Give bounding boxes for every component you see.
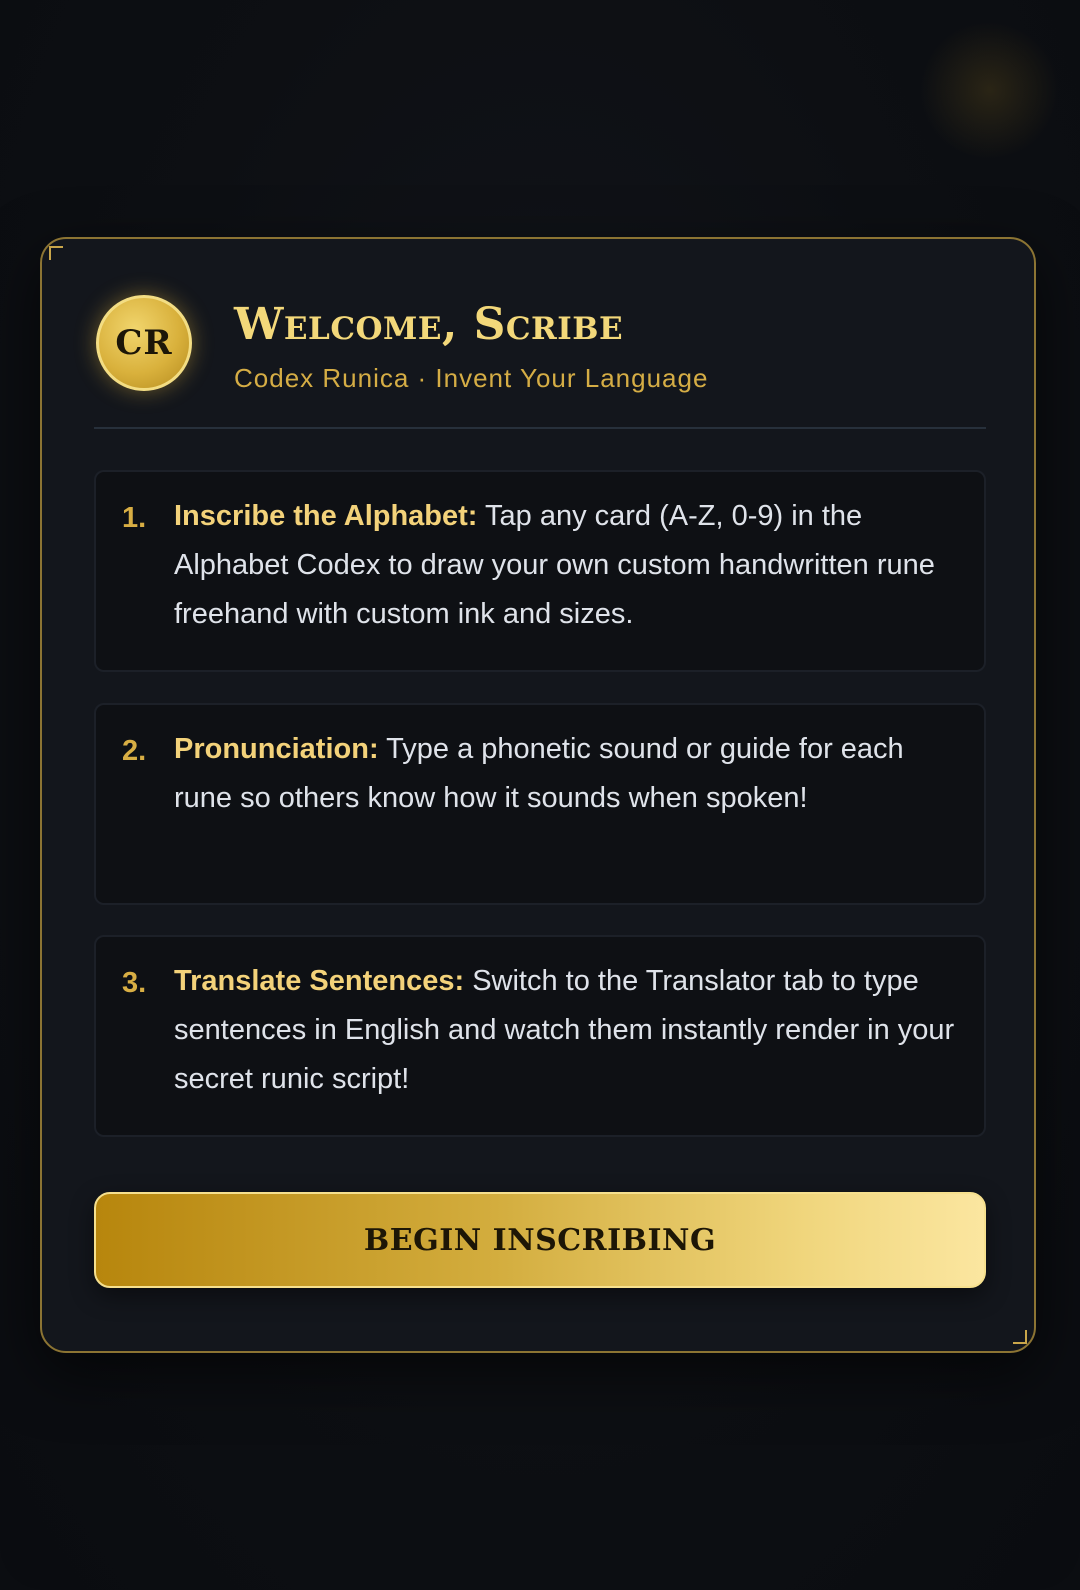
dialog-subtitle: Codex Runica · Invent Your Language <box>234 363 709 393</box>
step-text: Translate Sentences: Switch to the Trans… <box>174 957 964 1104</box>
step-number: 3. <box>122 967 147 999</box>
dialog-title: Welcome, Scribe <box>234 299 624 350</box>
step-translate-sentences: 3. Translate Sentences: Switch to the Tr… <box>94 935 986 1137</box>
step-lead: Inscribe the Alphabet: <box>174 500 478 532</box>
dialog-header: CR Welcome, Scribe Codex Runica · Invent… <box>96 295 988 421</box>
step-text: Pronunciation: Type a phonetic sound or … <box>174 725 964 823</box>
step-text: Inscribe the Alphabet: Tap any card (A-Z… <box>174 492 964 639</box>
emblem-text: CR <box>115 323 173 363</box>
ambient-glow <box>920 20 1060 160</box>
corner-ornament-bottom-right <box>1013 1330 1027 1344</box>
header-divider <box>94 427 986 429</box>
app-screen: CR Welcome, Scribe Codex Runica · Invent… <box>0 0 1080 1590</box>
step-pronunciation: 2. Pronunciation: Type a phonetic sound … <box>94 703 986 905</box>
step-number: 2. <box>122 735 147 767</box>
begin-inscribing-label: BEGIN INSCRIBING <box>363 1222 717 1258</box>
step-number: 1. <box>122 502 147 534</box>
corner-ornament-top-left <box>49 246 63 260</box>
app-emblem: CR <box>96 295 192 391</box>
step-inscribe-alphabet: 1. Inscribe the Alphabet: Tap any card (… <box>94 470 986 672</box>
begin-inscribing-button[interactable]: BEGIN INSCRIBING <box>94 1192 986 1288</box>
step-lead: Pronunciation: <box>174 733 379 765</box>
welcome-dialog: CR Welcome, Scribe Codex Runica · Invent… <box>40 237 1036 1353</box>
step-lead: Translate Sentences: <box>174 965 465 997</box>
